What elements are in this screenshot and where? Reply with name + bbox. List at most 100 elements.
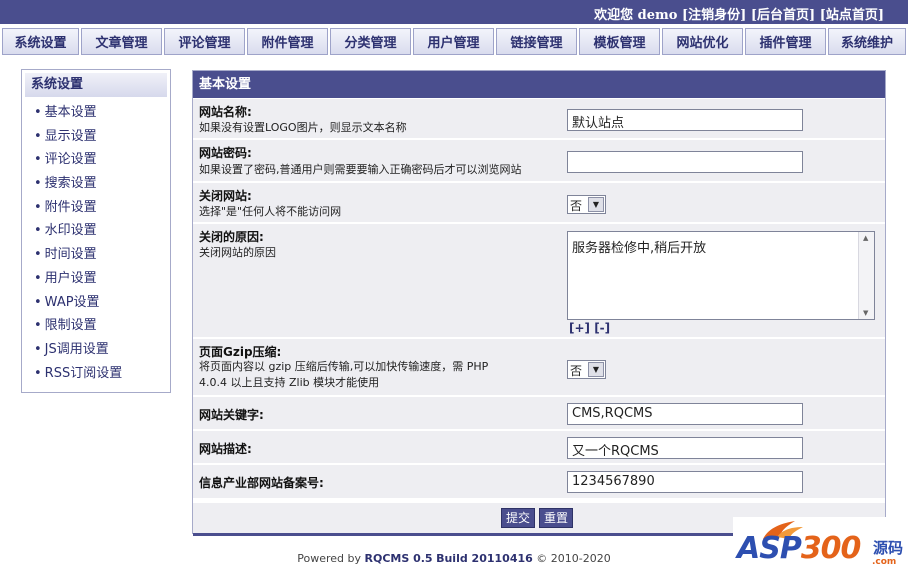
nav-categories[interactable]: 分类管理: [330, 28, 411, 55]
bullet-icon: •: [34, 128, 42, 144]
sidebar-item-js[interactable]: • JS调用设置: [22, 338, 170, 362]
chevron-down-icon: ▼: [588, 197, 604, 212]
bullet-icon: •: [34, 270, 42, 286]
bullet-icon: •: [34, 105, 42, 120]
close-site-select[interactable]: 否 ▼: [567, 195, 606, 214]
setting-row-site-password: 网站密码: 如果设置了密码,普通用户则需要要输入正确密码后才可以浏览网站: [193, 140, 885, 182]
sidebar-item-label: 评论设置: [44, 152, 97, 168]
bullet-icon: •: [34, 223, 42, 239]
welcome-area: 欢迎您 demo [注销身份] [后台首页] [站点首页]: [594, 4, 884, 23]
sidebar-item-label: 显示设置: [44, 128, 97, 144]
setting-desc-line1: 将页面内容以 gzip 压缩后传输,可以加快传输速度，需 PHP: [199, 360, 489, 373]
sidebar-item-basic[interactable]: • 基本设置: [22, 101, 170, 125]
description-input[interactable]: 又一个RQCMS: [567, 437, 803, 459]
footer-copyright: © 2010-2020: [536, 552, 611, 565]
close-reason-textarea[interactable]: 服务器检修中,稍后开放 ▲ ▼: [567, 231, 875, 320]
setting-row-gzip: 页面Gzip压缩: 将页面内容以 gzip 压缩后传输,可以加快传输速度，需 P…: [193, 339, 885, 396]
sidebar-item-label: WAP设置: [44, 294, 100, 310]
sidebar-item-label: 水印设置: [44, 223, 97, 239]
textarea-scrollbar[interactable]: ▲ ▼: [858, 232, 874, 319]
nav-attachments[interactable]: 附件管理: [247, 28, 328, 55]
sidebar-item-display[interactable]: • 显示设置: [22, 125, 170, 149]
nav-links[interactable]: 链接管理: [496, 28, 577, 55]
top-bar: 欢迎您 demo [注销身份] [后台首页] [站点首页]: [0, 0, 908, 24]
setting-row-close-site: 关闭网站: 选择"是"任何人将不能访问网 否 ▼: [193, 183, 885, 223]
main-nav: 系统设置 文章管理 评论管理 附件管理 分类管理 用户管理 链接管理 模板管理 …: [0, 24, 908, 58]
sidebar-item-users[interactable]: • 用户设置: [22, 267, 170, 291]
setting-label: 页面Gzip压缩:: [199, 345, 282, 359]
sidebar-item-label: 搜索设置: [44, 176, 97, 192]
site-name-input[interactable]: 默认站点: [567, 109, 803, 131]
nav-plugins[interactable]: 插件管理: [745, 28, 826, 55]
footer-product[interactable]: RQCMS 0.5: [365, 552, 433, 565]
chevron-down-icon: ▼: [588, 362, 604, 377]
submit-button[interactable]: 提交: [501, 508, 536, 528]
panel-title: 基本设置: [193, 71, 885, 98]
logout-link[interactable]: [注销身份]: [682, 8, 746, 23]
watermark-domain: .com: [872, 557, 897, 567]
setting-label: 网站描述:: [199, 442, 252, 456]
sidebar-item-wap[interactable]: • WAP设置: [22, 291, 170, 315]
sidebar-item-attachments[interactable]: • 附件设置: [22, 196, 170, 220]
sidebar-item-watermark[interactable]: • 水印设置: [22, 219, 170, 243]
setting-desc: 关闭网站的原因: [199, 246, 276, 259]
setting-row-site-name: 网站名称: 如果没有设置LOGO图片，则显示文本名称 默认站点: [193, 99, 885, 139]
textarea-value: 服务器检修中,稍后开放: [572, 241, 707, 256]
setting-desc: 如果没有设置LOGO图片，则显示文本名称: [199, 121, 407, 134]
watermark-suffix: 源码: [873, 539, 904, 557]
sidebar-item-search[interactable]: • 搜索设置: [22, 172, 170, 196]
sidebar-item-label: 限制设置: [44, 318, 97, 334]
setting-desc: 选择"是"任何人将不能访问网: [199, 205, 342, 218]
site-home-link[interactable]: [站点首页]: [820, 8, 884, 23]
site-password-input[interactable]: [567, 151, 803, 173]
setting-label: 网站名称:: [199, 105, 252, 119]
bullet-icon: •: [34, 318, 42, 334]
bullet-icon: •: [34, 341, 42, 357]
nav-comments[interactable]: 评论管理: [164, 28, 245, 55]
bullet-icon: •: [34, 152, 42, 168]
nav-system-settings[interactable]: 系统设置: [2, 28, 79, 55]
nav-maintenance[interactable]: 系统维护: [828, 28, 906, 55]
reset-button[interactable]: 重置: [539, 508, 574, 528]
footer-build: Build 20110416: [436, 552, 533, 565]
sidebar: 系统设置 • 基本设置 • 显示设置 • 评论设置 • 搜索设置 • 附件设置 • 水印设置…: [21, 69, 171, 393]
setting-label: 关闭网站:: [199, 189, 252, 203]
watermark-brand: ASP300: [737, 531, 861, 566]
sidebar-item-label: 基本设置: [44, 105, 97, 120]
admin-home-link[interactable]: [后台首页]: [751, 8, 815, 23]
nav-templates[interactable]: 模板管理: [579, 28, 660, 55]
keywords-input[interactable]: CMS,RQCMS: [567, 403, 803, 425]
sidebar-item-rss[interactable]: • RSS订阅设置: [22, 362, 170, 386]
sidebar-item-time[interactable]: • 时间设置: [22, 243, 170, 267]
setting-desc: 如果设置了密码,普通用户则需要要输入正确密码后才可以浏览网站: [199, 163, 522, 176]
sidebar-item-label: 附件设置: [44, 199, 97, 215]
setting-row-icp: 信息产业部网站备案号: 1234567890: [193, 465, 885, 499]
scroll-up-icon: ▲: [863, 234, 869, 242]
setting-label: 关闭的原因:: [199, 230, 264, 244]
nav-users[interactable]: 用户管理: [413, 28, 494, 55]
sidebar-title: 系统设置: [25, 73, 167, 97]
icp-input[interactable]: 1234567890: [567, 471, 803, 493]
footer-prefix: Powered by: [297, 552, 361, 565]
setting-desc-line2: 4.0.4 以上且支持 Zlib 模块才能使用: [199, 376, 380, 389]
sidebar-item-limits[interactable]: • 限制设置: [22, 314, 170, 338]
sidebar-item-label: 时间设置: [44, 247, 97, 263]
setting-row-close-reason: 关闭的原因: 关闭网站的原因 服务器检修中,稍后开放 ▲ ▼ [+] [-]: [193, 224, 885, 338]
bullet-icon: •: [34, 199, 42, 215]
welcome-text: 欢迎您 demo: [594, 8, 678, 23]
setting-row-keywords: 网站关键字: CMS,RQCMS: [193, 397, 885, 430]
scroll-down-icon: ▼: [863, 309, 869, 317]
sidebar-item-label: 用户设置: [44, 270, 97, 286]
setting-label: 网站关键字:: [199, 408, 264, 422]
select-value: 否: [570, 199, 583, 213]
nav-articles[interactable]: 文章管理: [81, 28, 162, 55]
sidebar-item-comments[interactable]: • 评论设置: [22, 148, 170, 172]
nav-seo[interactable]: 网站优化: [662, 28, 743, 55]
textarea-resize-links[interactable]: [+] [-]: [569, 321, 610, 335]
setting-label: 网站密码:: [199, 146, 252, 160]
gzip-select[interactable]: 否 ▼: [567, 360, 606, 379]
sidebar-item-label: JS调用设置: [44, 341, 109, 357]
watermark-logo: ASP300 源码 .com: [733, 517, 908, 572]
sidebar-item-label: RSS订阅设置: [44, 365, 123, 381]
setting-label: 信息产业部网站备案号:: [199, 476, 324, 490]
